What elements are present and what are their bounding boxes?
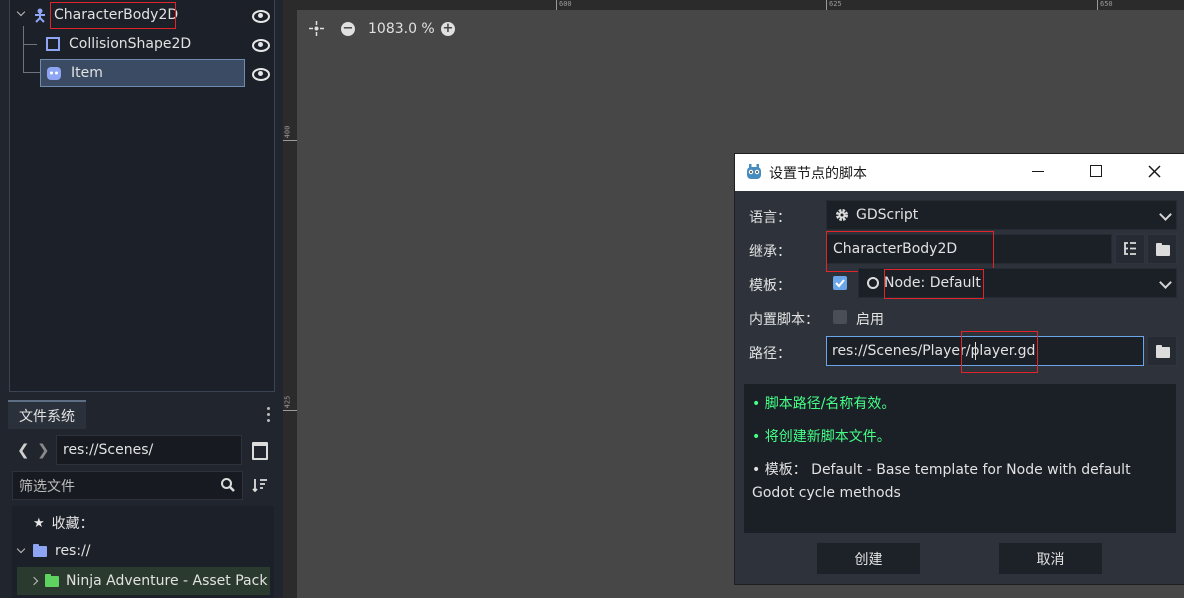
fs-folder-label: Ninja Adventure - Asset Pack bbox=[66, 573, 268, 589]
fs-root[interactable]: res:// bbox=[16, 538, 91, 564]
cancel-button[interactable]: 取消 bbox=[998, 542, 1103, 575]
template-label: 模板： bbox=[749, 278, 791, 294]
folder-icon bbox=[1156, 345, 1170, 358]
tree-line bbox=[23, 44, 37, 45]
tree-item-item[interactable]: Item bbox=[46, 60, 103, 86]
star-icon: ★ bbox=[33, 515, 45, 531]
visibility-eye-icon[interactable] bbox=[252, 39, 270, 52]
visibility-eye-icon[interactable] bbox=[252, 68, 270, 81]
collision-shape-icon bbox=[46, 37, 60, 51]
dialog-title: 设置节点的脚本 bbox=[769, 166, 867, 182]
browse-path-button[interactable] bbox=[1147, 336, 1177, 366]
highlight-template bbox=[884, 269, 984, 299]
folder-icon bbox=[45, 573, 59, 587]
highlight-path bbox=[961, 331, 1038, 373]
path-label: 路径： bbox=[749, 346, 791, 362]
ruler-tick bbox=[1097, 0, 1098, 10]
split-view-icon[interactable] bbox=[252, 442, 268, 460]
search-icon bbox=[221, 478, 235, 492]
folder-icon bbox=[33, 543, 47, 557]
tree-line bbox=[23, 26, 24, 72]
close-icon[interactable] bbox=[1148, 165, 1161, 178]
language-value: GDScript bbox=[856, 207, 919, 223]
vertical-ruler bbox=[283, 0, 297, 598]
select-parent-class-button[interactable] bbox=[1115, 234, 1145, 264]
dock-menu-icon[interactable] bbox=[266, 406, 272, 424]
ruler-label: 625 bbox=[829, 0, 842, 8]
highlight-inherits bbox=[826, 231, 994, 272]
tree-item-collisionshape2d[interactable]: CollisionShape2D bbox=[46, 31, 191, 57]
fs-favorites-label: 收藏： bbox=[51, 516, 94, 532]
fs-path-input[interactable]: res://Scenes/ bbox=[56, 435, 242, 465]
fs-favorites[interactable]: ★ 收藏： bbox=[33, 510, 94, 536]
collapse-arrow-icon bbox=[16, 544, 26, 554]
scene-tree: CharacterBody2D CollisionShape2D Item bbox=[9, 0, 275, 392]
builtin-option: 启用 bbox=[856, 312, 884, 328]
class-tree-icon bbox=[1124, 242, 1136, 255]
tree-item-label: Item bbox=[71, 65, 103, 81]
ruler-tick bbox=[283, 410, 297, 411]
godot-logo-icon bbox=[747, 164, 761, 179]
sort-icon[interactable] bbox=[252, 477, 268, 493]
ruler-label: 400 bbox=[283, 125, 292, 139]
sprite-icon bbox=[47, 67, 61, 80]
center-view-icon[interactable] bbox=[309, 21, 324, 36]
checkmark-icon bbox=[835, 279, 845, 288]
visibility-eye-icon[interactable] bbox=[252, 10, 270, 23]
collapse-arrow-icon[interactable] bbox=[16, 7, 26, 17]
builtin-label: 内置脚本： bbox=[749, 312, 819, 328]
tab-filesystem[interactable]: 文件系统 bbox=[8, 400, 86, 429]
maximize-icon[interactable] bbox=[1090, 165, 1102, 177]
highlight-characterbody2d bbox=[50, 2, 176, 29]
zoom-in-icon[interactable]: + bbox=[441, 22, 455, 36]
horizontal-ruler bbox=[297, 0, 1184, 10]
ruler-label: 650 bbox=[1100, 0, 1113, 8]
fs-folder-ninja-adventure[interactable]: Ninja Adventure - Asset Pack bbox=[29, 568, 268, 594]
fs-root-label: res:// bbox=[55, 543, 91, 559]
chevron-down-icon bbox=[1159, 276, 1172, 289]
nav-back-icon[interactable]: ❮ bbox=[17, 441, 30, 459]
language-label: 语言： bbox=[749, 210, 791, 226]
minimize-icon[interactable] bbox=[1032, 171, 1044, 172]
ruler-tick bbox=[556, 0, 557, 10]
create-button[interactable]: 创建 bbox=[816, 542, 921, 575]
inherits-label: 继承： bbox=[749, 244, 791, 260]
language-dropdown[interactable]: GDScript bbox=[826, 200, 1177, 230]
tree-line bbox=[23, 72, 41, 73]
nav-forward-icon[interactable]: ❯ bbox=[37, 441, 50, 459]
chevron-down-icon bbox=[1159, 208, 1172, 221]
expand-arrow-icon bbox=[29, 576, 39, 586]
browse-inherits-button[interactable] bbox=[1147, 234, 1177, 264]
folder-icon bbox=[1156, 243, 1170, 256]
msg-create: • 将创建新脚本文件。 bbox=[752, 429, 891, 445]
ruler-tick bbox=[826, 0, 827, 10]
tree-item-label: CollisionShape2D bbox=[69, 36, 192, 52]
zoom-out-icon[interactable]: − bbox=[341, 22, 355, 36]
msg-valid: • 脚本路径/名称有效。 bbox=[752, 396, 896, 412]
msg-template: • 模板： Default - Base template for Node w… bbox=[752, 462, 1131, 501]
ruler-label: 600 bbox=[559, 0, 572, 8]
gear-icon bbox=[836, 209, 848, 221]
character-body-icon bbox=[35, 8, 45, 23]
fs-filter-input[interactable]: 筛选文件 bbox=[12, 471, 243, 500]
builtin-checkbox[interactable] bbox=[833, 310, 847, 324]
circle-icon bbox=[867, 277, 879, 289]
ruler-tick bbox=[283, 140, 297, 141]
ruler-label: 425 bbox=[283, 395, 292, 409]
template-checkbox[interactable] bbox=[833, 276, 847, 290]
zoom-level[interactable]: 1083.0 % bbox=[368, 21, 435, 37]
